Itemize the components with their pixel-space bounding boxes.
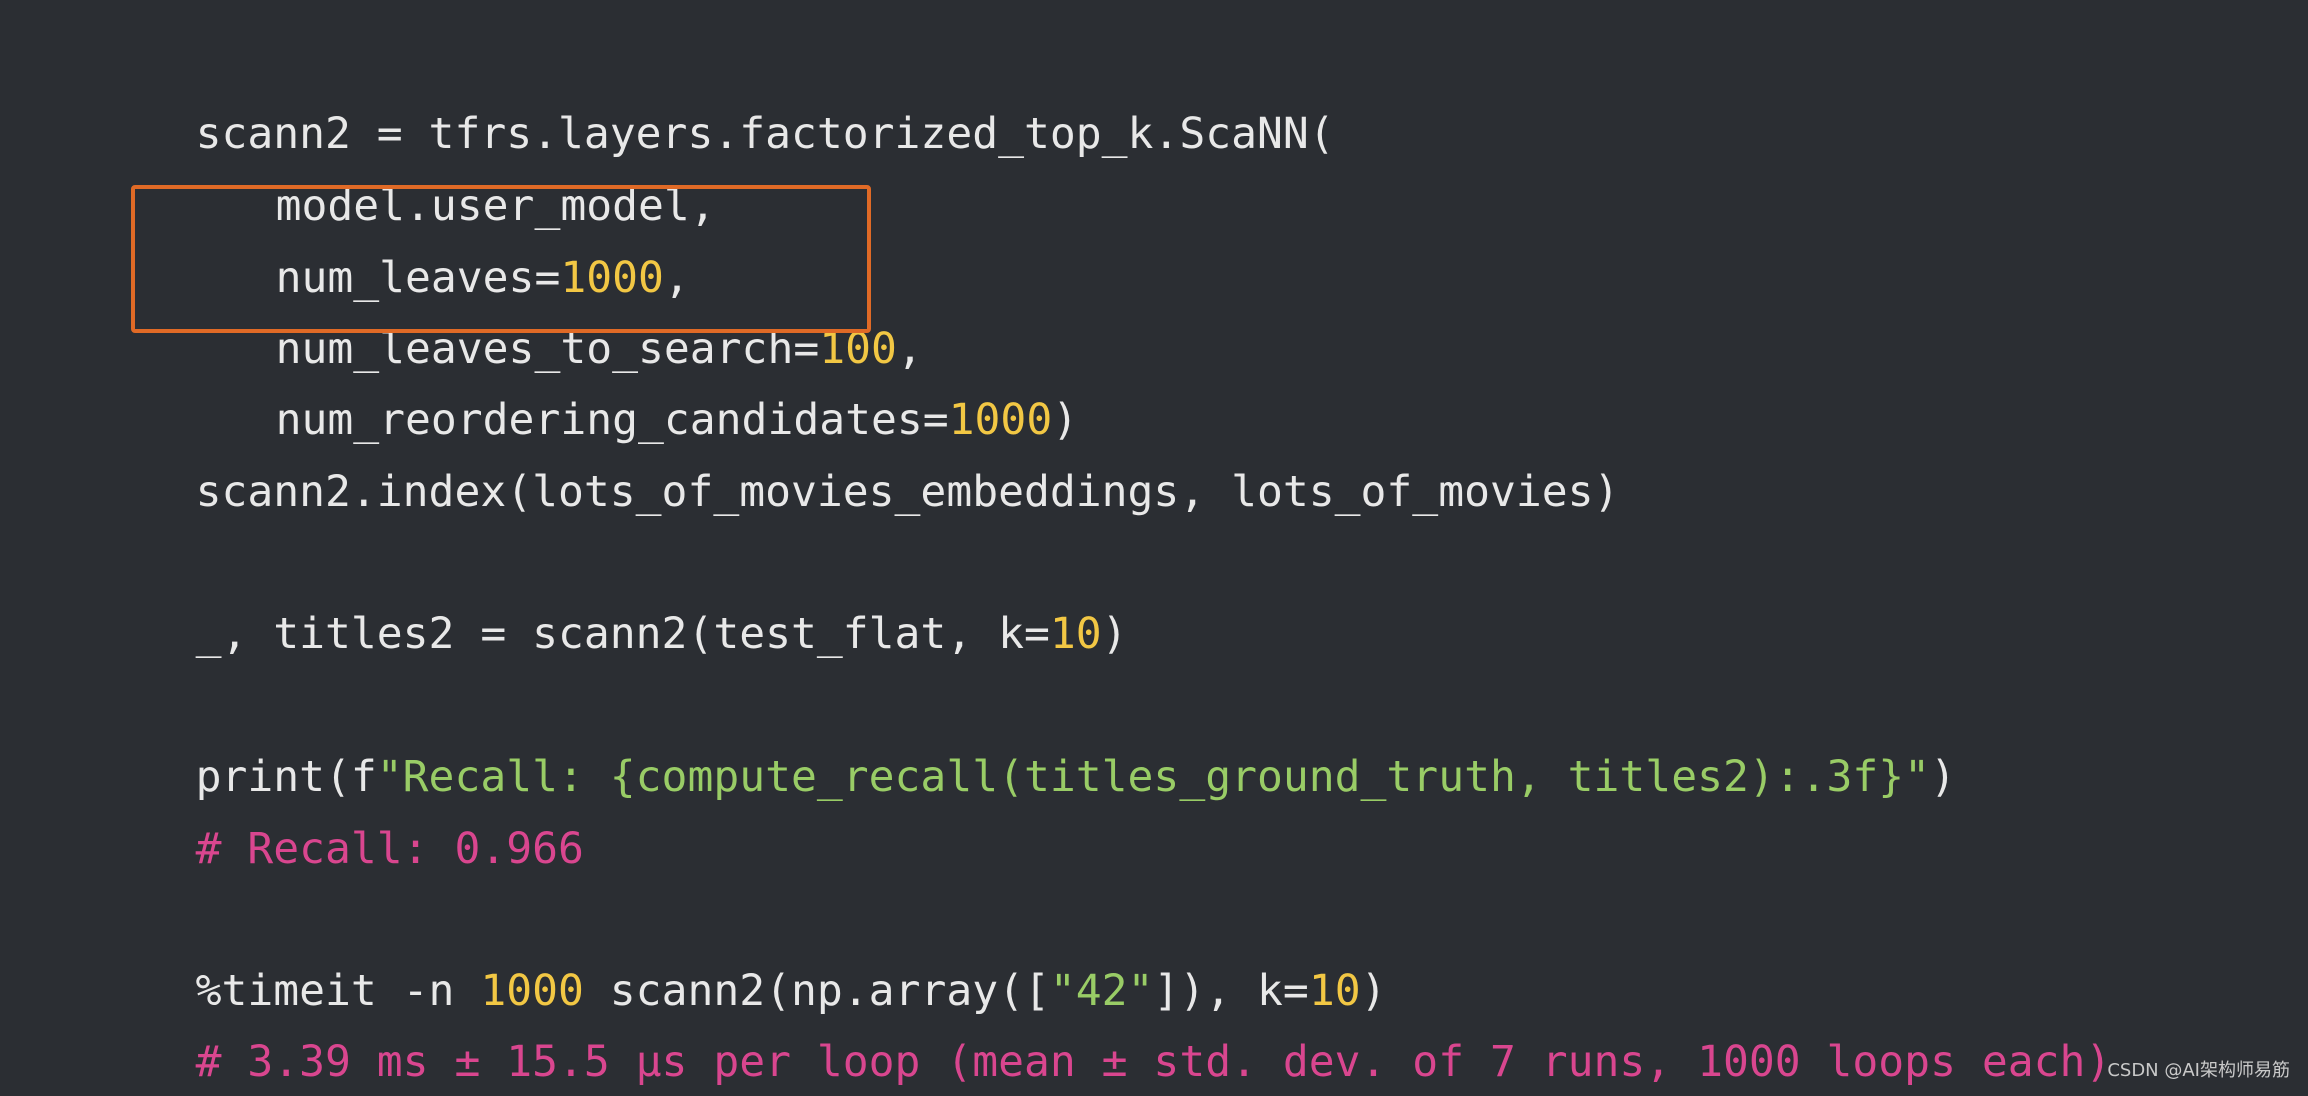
code-line-titles-call: _, titles2 = scann2(test_flat, k=10)	[92, 550, 1128, 659]
code-line-num-reordering-candidates: num_reordering_candidates=1000)	[92, 336, 1079, 445]
code-comment: # 3.39 ms ± 15.5 µs per loop (mean ± std…	[195, 1037, 2112, 1087]
code-comment: # Recall: 0.966	[195, 824, 584, 874]
code-token: scann2.index(lots_of_movies_embeddings, …	[195, 467, 1620, 517]
code-string: "Recall: {compute_recall(titles_ground_t…	[376, 752, 1931, 802]
code-line-index-call: scann2.index(lots_of_movies_embeddings, …	[92, 408, 1620, 517]
code-token: )	[1101, 609, 1128, 659]
code-number: 10	[1049, 609, 1102, 659]
code-block: scann2 = tfrs.layers.factorized_top_k.Sc…	[0, 0, 2308, 1096]
watermark: CSDN @AI架构师易筋	[2107, 1060, 2290, 1081]
code-token: )	[1930, 752, 1956, 802]
code-line-recall-comment: # Recall: 0.966	[92, 765, 584, 874]
code-line-timeit-comment: # 3.39 ms ± 15.5 µs per loop (mean ± std…	[92, 978, 2112, 1087]
code-line-scann-constructor: scann2 = tfrs.layers.factorized_top_k.Sc…	[92, 50, 1335, 159]
highlight-box	[131, 185, 871, 333]
code-line-user-model-arg: model.user_model,	[92, 122, 716, 231]
code-token: _, titles2 = scann2(test_flat, k=	[195, 609, 1050, 659]
code-line-print-recall: print(f"Recall: {compute_recall(titles_g…	[92, 693, 1956, 802]
code-line-timeit: %timeit -n 1000 scann2(np.array(["42"]),…	[92, 907, 1387, 1016]
